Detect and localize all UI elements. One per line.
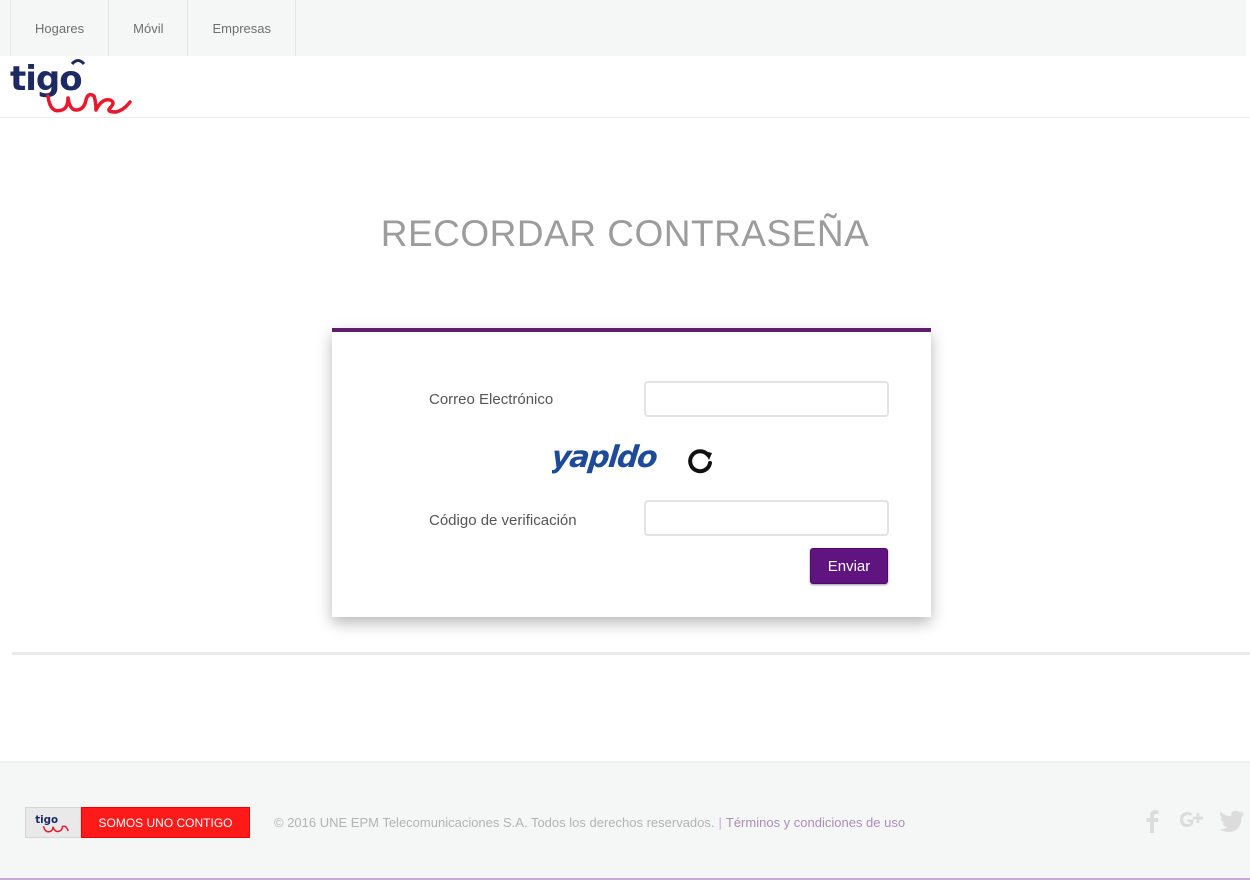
tab-movil[interactable]: Móvil [109,0,189,56]
footer: tigo SOMOS UNO CONTIGO © 2016 UNE EPM Te… [0,761,1250,880]
tab-empresas[interactable]: Empresas [188,0,297,56]
submit-button[interactable]: Enviar [810,548,888,584]
recover-password-form: Correo Electrónico yapldo Código de veri… [332,328,931,617]
svg-text:tigo: tigo [35,814,58,826]
top-nav: Hogares Móvil Empresas [0,0,1250,56]
verification-code-label: Código de verificación [429,512,577,529]
section-divider [12,652,1250,655]
tigo-une-mini-logo: tigo [25,807,81,838]
email-field[interactable] [644,381,889,417]
captcha-image: yapldo [552,440,659,475]
facebook-icon[interactable] [1139,807,1167,835]
twitter-icon[interactable] [1218,807,1246,835]
google-plus-icon[interactable] [1176,807,1204,835]
svg-text:tigo: tigo [10,59,82,99]
verification-code-field[interactable] [644,500,889,536]
terms-link[interactable]: Términos y condiciones de uso [726,815,905,830]
footer-separator: | [718,815,722,830]
nav-edge [1246,0,1250,56]
copyright-notice: © 2016 UNE EPM Telecomunicaciones S.A. T… [274,815,715,830]
footer-slogan: SOMOS UNO CONTIGO [81,807,250,838]
refresh-icon[interactable] [684,445,718,475]
copyright-text: © 2016 UNE EPM Telecomunicaciones S.A. T… [274,815,905,830]
header: tigo [0,56,1250,118]
tab-hogares[interactable]: Hogares [10,0,110,56]
email-label: Correo Electrónico [429,391,554,408]
captcha-text: yapldo [552,440,659,475]
tigo-une-logo[interactable]: tigo [10,56,135,118]
page-title: RECORDAR CONTRASEÑA [380,213,870,254]
segment-tabs: Hogares Móvil Empresas [10,0,297,56]
footer-brand-badge: tigo SOMOS UNO CONTIGO [25,807,250,838]
